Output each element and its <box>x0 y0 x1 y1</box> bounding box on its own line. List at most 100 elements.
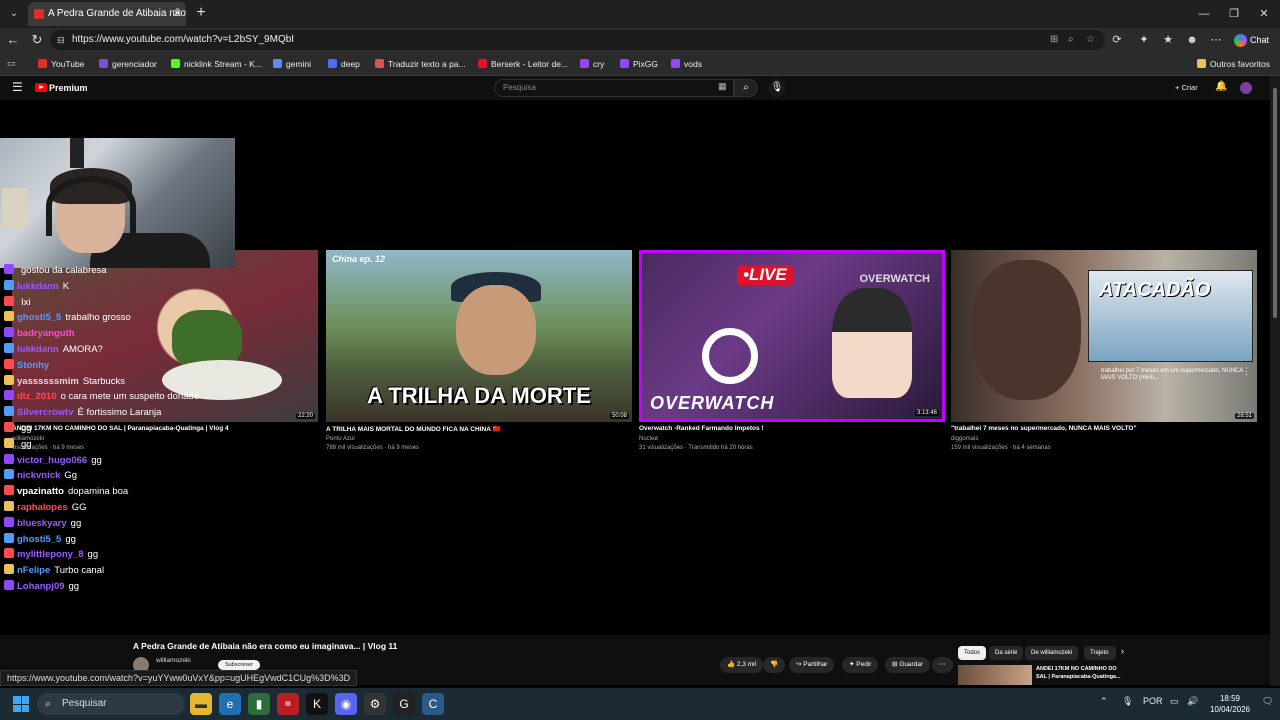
chat-username[interactable]: nickvnick <box>17 470 60 481</box>
restore-icon[interactable]: ❐ <box>1226 6 1242 22</box>
chat-username[interactable]: badryanguth <box>17 328 75 339</box>
app-icon[interactable]: ⚙ <box>364 693 386 715</box>
recommended-thumbnail[interactable] <box>958 665 1032 685</box>
file-explorer-icon[interactable]: ▬ <box>190 693 212 715</box>
edge-browser-icon[interactable]: e <box>219 693 241 715</box>
tray-chevron-up-icon[interactable]: ⌃ <box>1100 696 1108 707</box>
chip-all[interactable]: Todos <box>958 646 987 660</box>
zoom-icon[interactable]: ⌕ <box>1068 30 1074 50</box>
puzzle-icon[interactable]: ✦ <box>1135 31 1153 49</box>
app-grid-icon[interactable]: ⊞ <box>1050 30 1058 50</box>
chip-series[interactable]: Da série <box>989 646 1024 660</box>
keyboard-icon[interactable]: ▦ <box>718 81 727 92</box>
chip-channel[interactable]: De williamozeki <box>1025 646 1079 660</box>
favorites-icon[interactable]: ★ <box>1159 31 1177 49</box>
chat-message: Stonhy <box>4 358 53 373</box>
kick-app-icon[interactable]: K <box>306 693 328 715</box>
search-button[interactable]: ⌕ <box>734 79 758 97</box>
chip-route[interactable]: Trajeto <box>1084 646 1116 660</box>
share-button[interactable]: ↪ Partilhar <box>789 657 835 673</box>
chat-username[interactable]: ghosti5_5 <box>17 534 61 545</box>
microphone-icon[interactable]: 🎙 <box>768 79 786 97</box>
channel-name[interactable]: williamozeki <box>156 657 191 664</box>
page-scrollbar[interactable] <box>1270 76 1280 686</box>
bookmark-deep[interactable]: deep <box>328 52 360 76</box>
chat-username[interactable]: victor_hugo066 <box>17 455 87 466</box>
notifications-bell-icon[interactable]: 🔔 <box>1215 81 1227 92</box>
favorite-star-icon[interactable]: ☆ <box>1086 30 1095 50</box>
chat-username[interactable]: nFelipe <box>17 565 50 576</box>
tab-list-chevron-icon[interactable]: ⌄ <box>4 4 24 24</box>
chevron-right-icon[interactable]: › <box>1121 646 1124 656</box>
discord-icon[interactable]: ◉ <box>335 693 357 715</box>
microphone-tray-icon[interactable]: 🎙 <box>1122 696 1133 707</box>
chat-username[interactable]: Lohanpj09 <box>17 581 65 592</box>
create-button[interactable]: + Criar <box>1175 81 1198 95</box>
bookmark-gemini[interactable]: gemini <box>273 52 311 76</box>
bookmarks-menu-icon[interactable]: ▭ <box>7 58 19 69</box>
like-button[interactable]: 👍 2,3 mil <box>720 657 764 673</box>
minimize-icon[interactable]: — <box>1196 6 1212 22</box>
ask-button[interactable]: ✦ Pedir <box>842 657 879 673</box>
bookmark-vods[interactable]: vods <box>671 52 702 76</box>
chat-username[interactable]: mylittlepony_8 <box>17 549 84 560</box>
chat-username[interactable]: ghosti5_5 <box>17 312 61 323</box>
new-tab-plus-icon[interactable]: + <box>192 3 210 23</box>
app-icon[interactable]: G <box>393 693 415 715</box>
save-button[interactable]: ⊞ Guardar <box>885 657 931 673</box>
profile-icon[interactable]: ☻ <box>1183 31 1201 49</box>
account-avatar[interactable] <box>1240 82 1252 94</box>
more-actions-icon[interactable]: ⋯ <box>932 657 953 673</box>
app-icon[interactable]: ▤ <box>277 693 299 715</box>
monitor-icon[interactable]: ▭ <box>1170 696 1179 707</box>
chat-username[interactable]: lukkdann <box>17 281 59 292</box>
chat-username[interactable]: dlz_2010 <box>17 391 57 402</box>
more-menu-icon[interactable]: ⋯ <box>1207 31 1225 49</box>
reload-icon[interactable]: ↻ <box>27 30 47 50</box>
back-arrow-icon[interactable]: ← <box>3 30 23 50</box>
dislike-icon[interactable]: 👎 <box>763 657 786 673</box>
close-tab-icon[interactable]: ✕ <box>173 2 182 26</box>
chat-text: gg <box>65 533 76 545</box>
chat-username[interactable]: lukkdann <box>17 344 59 355</box>
windows-start-icon[interactable] <box>13 696 29 712</box>
bookmark-pixgg[interactable]: PixGG <box>620 52 658 76</box>
chat-username[interactable]: blueskyary <box>17 518 67 529</box>
scrollbar-thumb[interactable] <box>1273 88 1277 318</box>
subscribe-button[interactable]: Subscrever <box>218 660 260 670</box>
bookmark-youtube[interactable]: YouTube <box>38 52 84 76</box>
recommended-title[interactable]: ANDEI 17KM NO CAMINHO DO SAL | Paranapia… <box>1036 665 1128 681</box>
taskbar-search[interactable]: ⌕ Pesquisar <box>37 693 185 715</box>
chat-badge-icon <box>4 406 14 417</box>
active-tab[interactable]: A Pedra Grande de Atibaia não era como e… <box>28 2 186 26</box>
chat-username[interactable]: Stonhy <box>17 360 49 371</box>
app-icon[interactable]: C <box>422 693 444 715</box>
chat-username[interactable]: raphalopes <box>17 502 68 513</box>
youtube-logo[interactable]: Premium <box>35 81 88 95</box>
volume-icon[interactable]: 🔊 <box>1187 696 1198 707</box>
notification-icon[interactable]: 🗨 <box>1262 696 1273 707</box>
bookmark-nicklink[interactable]: nicklink Stream - K... <box>171 52 262 76</box>
video-player[interactable]: 22:20 ANDEI 17KM NO CAMINHO DO SAL | Par… <box>0 100 1270 635</box>
copilot-chat-button[interactable]: Chat <box>1232 31 1269 49</box>
site-info-icon[interactable]: ⊟ <box>57 30 65 50</box>
search-input[interactable]: Pesquisa <box>494 79 734 97</box>
bookmark-traduzir[interactable]: Traduzir texto a pa... <box>375 52 466 76</box>
more-options-icon[interactable]: ⋮ <box>1242 366 1251 377</box>
extensions-icon[interactable]: ⟳ <box>1108 31 1126 49</box>
bookmark-cry[interactable]: cry <box>580 52 604 76</box>
card-title: ANDEI 17KM NO CAMINHO DO SAL | Paranapia… <box>12 425 229 432</box>
app-icon[interactable]: ▮ <box>248 693 270 715</box>
chat-username[interactable]: yassssssmim <box>17 376 79 387</box>
language-indicator[interactable]: POR <box>1143 696 1163 706</box>
other-bookmarks-folder[interactable]: Outros favoritos <box>1197 52 1270 76</box>
chat-username[interactable]: vpazinatto <box>17 486 64 497</box>
bookmark-berserk[interactable]: Berserk - Leitor de... <box>478 52 568 76</box>
url-field[interactable]: ⊟ https://www.youtube.com/watch?v=L2bSY_… <box>50 30 1105 50</box>
system-clock[interactable]: 18:59 10/04/2026 <box>1205 693 1255 715</box>
card-meta: 159 mil visualizações · há 4 semanas <box>951 445 1051 451</box>
menu-hamburger-icon[interactable]: ☰ <box>12 80 23 94</box>
bookmark-gerenciador[interactable]: gerenciador <box>99 52 157 76</box>
chat-username[interactable]: Silvercrowtv <box>17 407 74 418</box>
window-close-icon[interactable]: ✕ <box>1256 6 1272 22</box>
